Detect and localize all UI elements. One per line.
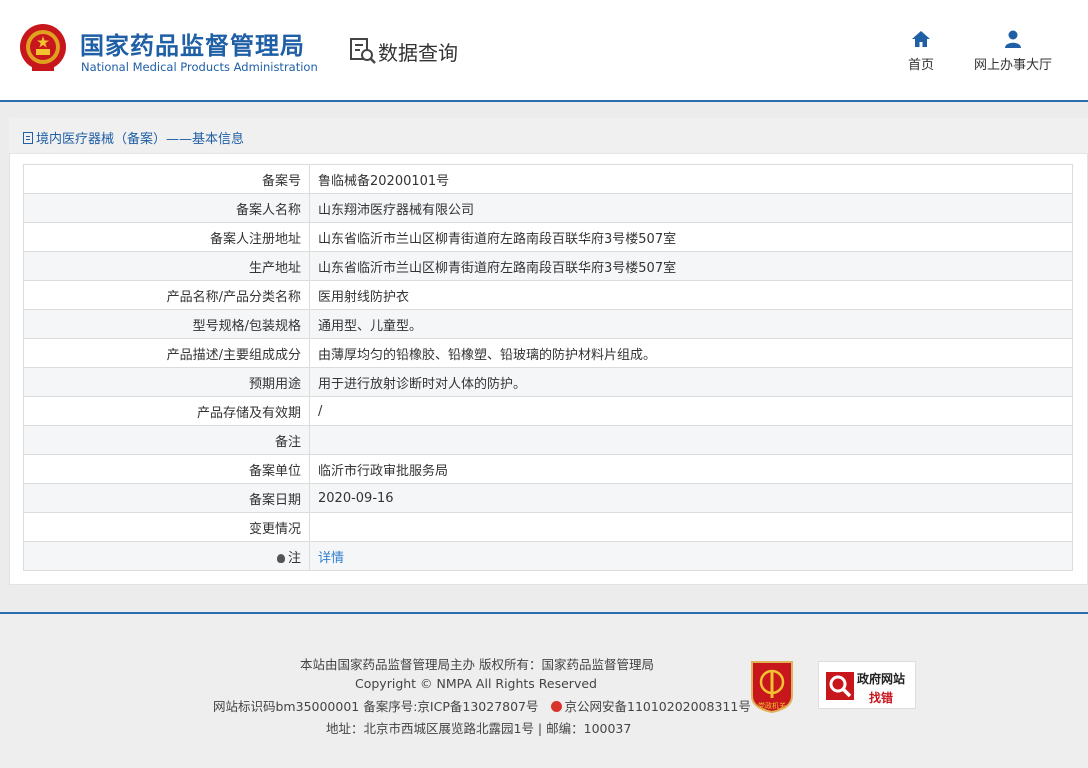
org-name-en: National Medical Products Administration <box>81 60 318 74</box>
party-govt-agency-badge-icon[interactable]: 党政机关 <box>748 658 796 714</box>
footer-police-link[interactable]: 京公网安备11010202008311号 <box>565 699 751 714</box>
field-value: 通用型、儿童型。 <box>309 309 1073 339</box>
panel-header: 境内医疗器械（备案）——基本信息 <box>9 118 1088 154</box>
police-badge-icon <box>550 701 562 712</box>
table-row: 预期用途 用于进行放射诊断时对人体的防护。 <box>23 367 1073 397</box>
field-value: 用于进行放射诊断时对人体的防护。 <box>309 367 1073 397</box>
table-row: 备案单位 临沂市行政审批服务局 <box>23 454 1073 484</box>
gov-badge-title: 政府网站 <box>857 672 906 686</box>
field-label: 产品描述/主要组成成分 <box>23 338 310 368</box>
field-value: 2020-09-16 <box>309 483 1073 513</box>
org-name-cn: 国家药品监督管理局 <box>80 32 305 60</box>
field-label: 备案人名称 <box>23 193 310 223</box>
table-row: 变更情况 <box>23 512 1073 542</box>
gov-site-error-report-badge[interactable]: 政府网站 找错 <box>818 661 916 709</box>
field-value: 鲁临械备20200101号 <box>309 164 1073 194</box>
footer-registration: 网站标识码bm35000001 备案序号:京ICP备13027807号 京公网安… <box>213 696 751 715</box>
home-icon <box>912 31 930 47</box>
note-value-cell: 详情 <box>309 541 1073 571</box>
table-row: 产品描述/主要组成成分 由薄厚均匀的铅橡胶、铅橡塑、铅玻璃的防护材料片组成。 <box>23 338 1073 368</box>
table-row: 备案人注册地址 山东省临沂市兰山区柳青街道府左路南段百联华府3号楼507室 <box>23 222 1073 252</box>
nav-home-label: 首页 <box>907 58 934 73</box>
field-value: 山东省临沂市兰山区柳青街道府左路南段百联华府3号楼507室 <box>309 251 1073 281</box>
record-table: 备案号 鲁临械备20200101号 备案人名称 山东翔沛医疗器械有限公司 备案人注册地址… <box>23 164 1073 571</box>
footer-icp-link[interactable]: 备案序号:京ICP备13027807号 <box>363 699 538 714</box>
table-row: 备案日期 2020-09-16 <box>23 483 1073 513</box>
panel-title: 境内医疗器械（备案）——基本信息 <box>36 132 245 147</box>
field-label: 型号规格/包装规格 <box>23 309 310 339</box>
field-value: 山东省临沂市兰山区柳青街道府左路南段百联华府3号楼507室 <box>309 222 1073 252</box>
field-label: 变更情况 <box>23 512 310 542</box>
nav-home[interactable]: 首页 <box>898 30 944 73</box>
table-row: 型号规格/包装规格 通用型、儿童型。 <box>23 309 1073 339</box>
field-label: 生产地址 <box>23 251 310 281</box>
field-value: 山东翔沛医疗器械有限公司 <box>309 193 1073 223</box>
note-label: 注 <box>287 550 301 566</box>
field-label: 备案单位 <box>23 454 310 484</box>
site-header: 国家药品监督管理局 National Medical Products Admi… <box>0 0 1088 100</box>
user-icon <box>1005 30 1021 48</box>
data-query-icon <box>350 38 376 64</box>
note-label-cell: 注 <box>23 541 310 571</box>
table-row: 生产地址 山东省临沂市兰山区柳青街道府左路南段百联华府3号楼507室 <box>23 251 1073 281</box>
field-value: 临沂市行政审批服务局 <box>309 454 1073 484</box>
footer-sponsor: 本站由国家药品监督管理局主办 版权所有：国家药品监督管理局 <box>300 657 654 672</box>
lightbulb-icon <box>276 553 285 563</box>
footer-copyright: Copyright © NMPA All Rights Reserved <box>355 676 597 691</box>
field-value <box>309 425 1073 455</box>
field-value: 医用射线防护衣 <box>309 280 1073 310</box>
details-link[interactable]: 详情 <box>318 551 344 566</box>
field-label: 备案人注册地址 <box>23 222 310 252</box>
field-label: 产品存储及有效期 <box>23 396 310 426</box>
site-footer: 本站由国家药品监督管理局主办 版权所有：国家药品监督管理局 Copyright … <box>0 614 1088 768</box>
document-icon <box>23 132 33 144</box>
footer-address: 地址：北京市西城区展览路北露园1号 | 邮编：100037 <box>326 721 632 736</box>
field-label: 备案号 <box>23 164 310 194</box>
page-title: 数据查询 <box>378 41 458 65</box>
national-emblem-icon <box>20 24 66 71</box>
table-row: 备注 <box>23 425 1073 455</box>
gov-badge-subtitle: 找错 <box>869 691 894 705</box>
nav-hall-label: 网上办事大厅 <box>973 58 1052 73</box>
footer-site-id: 网站标识码bm35000001 <box>213 699 360 714</box>
field-label: 产品名称/产品分类名称 <box>23 280 310 310</box>
field-value <box>309 512 1073 542</box>
table-row: 产品存储及有效期 / <box>23 396 1073 426</box>
table-row: 产品名称/产品分类名称 医用射线防护衣 <box>23 280 1073 310</box>
field-label: 预期用途 <box>23 367 310 397</box>
field-value: 由薄厚均匀的铅橡胶、铅橡塑、铅玻璃的防护材料片组成。 <box>309 338 1073 368</box>
svg-text:党政机关: 党政机关 <box>758 701 786 710</box>
nav-online-service-hall[interactable]: 网上办事大厅 <box>966 30 1060 73</box>
field-value: / <box>309 396 1073 426</box>
field-label: 备案日期 <box>23 483 310 513</box>
field-label: 备注 <box>23 425 310 455</box>
magnifier-icon <box>826 672 854 700</box>
table-row-note: 注 详情 <box>23 541 1073 571</box>
table-row: 备案人名称 山东翔沛医疗器械有限公司 <box>23 193 1073 223</box>
table-row: 备案号 鲁临械备20200101号 <box>23 164 1073 194</box>
